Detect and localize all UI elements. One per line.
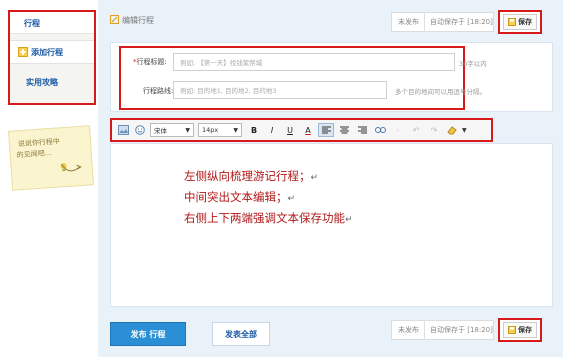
publish-status: 未发布 xyxy=(392,321,425,339)
save-button-bottom[interactable]: 保存 xyxy=(498,318,542,342)
return-mark: ↵ xyxy=(287,194,296,204)
italic-button[interactable]: I xyxy=(264,123,280,137)
link-button[interactable] xyxy=(372,123,388,137)
clear-format-button[interactable] xyxy=(444,123,460,137)
autosave-time: 自动保存于 [18:20] xyxy=(430,18,493,26)
sidebar-nav: 行程 添加行程 实用攻略 xyxy=(8,10,96,105)
redo-icon[interactable]: ↷ xyxy=(426,123,442,137)
save-status: 未发布 自动保存于 [18:20] xyxy=(391,12,494,32)
publish-status: 未发布 xyxy=(392,13,425,31)
save-icon xyxy=(508,326,516,334)
chevron-down-icon: ▼ xyxy=(185,126,190,134)
font-family-select[interactable]: 宋体 ▼ xyxy=(150,123,194,137)
undo-icon[interactable]: ↶ xyxy=(408,123,424,137)
itinerary-form: *行程标题: 例如: 【第一天】找钱紫禁城 30字以内 行程路线: 例如: 目的… xyxy=(110,42,553,112)
save-button-top[interactable]: 保存 xyxy=(498,10,542,34)
editor-header: 编辑行程 未发布 自动保存于 [18:20] 保存 xyxy=(98,0,563,40)
page-title: 编辑行程 xyxy=(110,15,154,26)
underline-button[interactable]: U xyxy=(282,123,298,137)
editor-line: 左侧纵向梳理游记行程；↵ xyxy=(184,169,319,183)
title-hint: 30字以内 xyxy=(459,60,487,68)
align-right-icon xyxy=(357,126,367,134)
curved-arrow-icon xyxy=(61,163,82,172)
return-mark: ↵ xyxy=(345,215,353,225)
title-label: *行程标题: xyxy=(133,58,167,66)
edit-icon xyxy=(110,15,119,26)
editor-line: 中间突出文本编辑；↵ xyxy=(184,190,296,204)
font-family-value: 宋体 xyxy=(154,127,167,135)
sidebar-item-label: 实用攻略 xyxy=(26,77,58,87)
add-plus-icon xyxy=(18,47,28,57)
align-left-button[interactable] xyxy=(318,123,334,137)
chevron-down-icon: ▼ xyxy=(233,126,238,134)
font-size-value: 14px xyxy=(202,126,219,134)
autosave-time: 自动保存于 [18:20] xyxy=(430,326,493,334)
save-status-bottom: 未发布 自动保存于 [18:20] xyxy=(391,320,494,340)
align-center-button[interactable] xyxy=(336,123,352,137)
publish-button[interactable]: 发布 行程 xyxy=(110,322,186,346)
eraser-icon xyxy=(447,125,457,134)
publish-all-button[interactable]: 发表全部 xyxy=(212,322,270,346)
save-label: 保存 xyxy=(518,18,532,26)
sidebar-tab-itinerary[interactable]: 行程 xyxy=(10,12,94,34)
bold-button[interactable]: B xyxy=(246,123,262,137)
sticky-note: 说说你行程中 的见闻吧... xyxy=(8,125,94,191)
align-right-button[interactable] xyxy=(354,123,370,137)
main-area: 编辑行程 未发布 自动保存于 [18:20] 保存 *行程标题: 例如: 【第一… xyxy=(98,0,563,357)
route-hint: 多个目的地间可以用逗号分隔。 xyxy=(395,88,486,96)
sidebar-item-label: 添加行程 xyxy=(31,47,63,57)
editor-toolbar: 宋体 ▼ 14px ▼ B I U A ◦ ↶ ↷ ▼ xyxy=(110,118,493,142)
return-mark: ↵ xyxy=(310,173,319,183)
save-label: 保存 xyxy=(518,326,532,334)
route-label: 行程路线: xyxy=(143,87,174,95)
font-size-select[interactable]: 14px ▼ xyxy=(198,123,242,137)
sidebar-item-guides[interactable]: 实用攻略 xyxy=(10,70,94,94)
unlink-icon[interactable]: ◦ xyxy=(390,123,406,137)
route-input[interactable]: 例如: 目的地1, 目的地2, 目的地3 xyxy=(173,81,387,99)
sidebar: 行程 添加行程 实用攻略 说说你行程中 的见闻吧... xyxy=(0,0,100,357)
title-input[interactable]: 例如: 【第一天】找钱紫禁城 xyxy=(173,53,455,71)
editor-line: 右侧上下两端强调文本保存功能↵ xyxy=(184,211,353,225)
editor-body[interactable]: 左侧纵向梳理游记行程；↵ 中间突出文本编辑；↵ 右侧上下两端强调文本保存功能↵ xyxy=(110,143,553,307)
save-icon xyxy=(508,18,516,26)
align-left-icon xyxy=(321,126,331,134)
chevron-down-icon[interactable]: ▼ xyxy=(462,127,467,134)
link-icon xyxy=(374,127,386,133)
font-color-button[interactable]: A xyxy=(300,123,316,137)
emoji-icon[interactable] xyxy=(133,123,147,137)
page-title-text: 编辑行程 xyxy=(122,16,154,25)
image-icon[interactable] xyxy=(116,123,130,137)
align-center-icon xyxy=(339,126,349,134)
sidebar-item-add-itinerary[interactable]: 添加行程 xyxy=(10,40,94,64)
